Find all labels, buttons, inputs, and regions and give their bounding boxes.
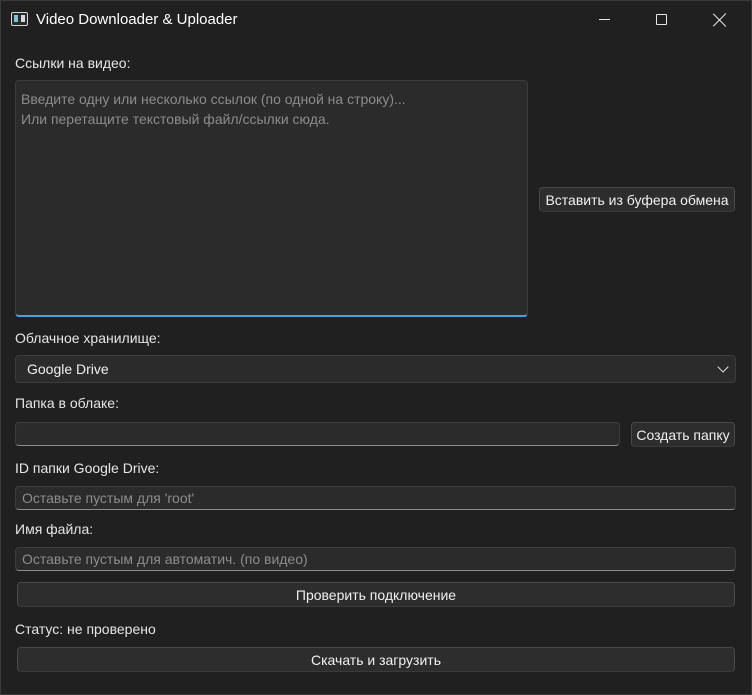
close-button[interactable]: [697, 1, 743, 38]
minimize-button[interactable]: [581, 1, 627, 38]
app-window: Video Downloader & Uploader Ссылки на ви…: [0, 0, 752, 695]
window-title: Video Downloader & Uploader: [36, 11, 238, 28]
folder-id-input[interactable]: Оставьте пустым для 'root': [15, 486, 736, 510]
maximize-button[interactable]: [638, 1, 684, 38]
download-upload-button[interactable]: Скачать и загрузить: [17, 647, 735, 672]
chevron-down-icon: [718, 363, 728, 373]
create-folder-button[interactable]: Создать папку: [631, 422, 735, 447]
paste-from-clipboard-button[interactable]: Вставить из буфера обмена: [539, 187, 735, 212]
folder-id-label: ID папки Google Drive:: [15, 460, 160, 476]
title-bar[interactable]: Video Downloader & Uploader: [1, 1, 751, 38]
cloud-folder-label: Папка в облаке:: [15, 395, 119, 411]
cloud-storage-selected: Google Drive: [27, 361, 109, 377]
minimize-icon: [598, 19, 610, 20]
file-name-label: Имя файла:: [15, 521, 94, 537]
check-connection-button[interactable]: Проверить подключение: [17, 582, 735, 607]
status-text: Статус: не проверено: [15, 621, 156, 637]
cloud-storage-label: Облачное хранилище:: [15, 330, 161, 346]
links-textarea[interactable]: Введите одну или несколько ссылок (по од…: [15, 80, 528, 317]
maximize-icon: [655, 14, 667, 25]
links-label: Ссылки на видео:: [15, 55, 131, 71]
cloud-folder-input[interactable]: [15, 422, 620, 446]
app-window-icon: [11, 12, 28, 26]
close-icon: [713, 13, 727, 27]
file-name-input[interactable]: Оставьте пустым для автоматич. (по видео…: [15, 547, 736, 571]
cloud-storage-select[interactable]: Google Drive: [15, 355, 736, 383]
